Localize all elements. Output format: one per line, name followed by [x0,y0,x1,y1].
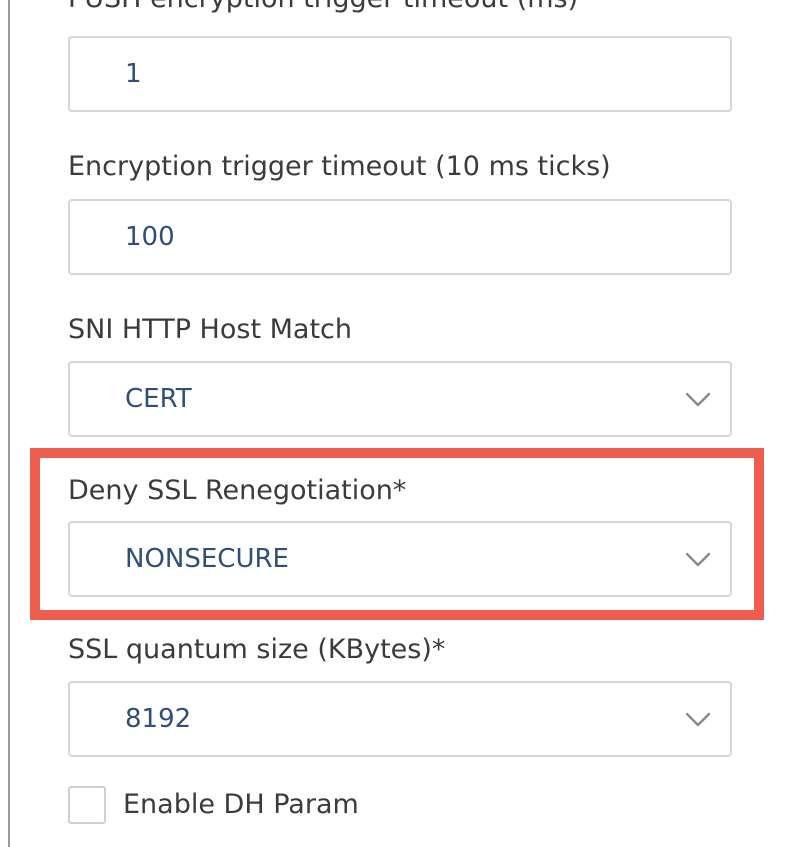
encryption-trigger-timeout-value: 100 [125,222,175,252]
ssl-quantum-size-select[interactable]: 8192 [68,681,732,757]
deny-ssl-renegotiation-label: Deny SSL Renegotiation* [68,475,407,506]
panel-left-border [8,0,10,847]
chevron-down-icon[interactable] [684,385,712,413]
sni-http-host-match-value: CERT [125,384,192,414]
chevron-down-icon[interactable] [684,705,712,733]
ssl-quantum-size-value: 8192 [125,704,192,734]
enable-dh-param-checkbox[interactable] [68,786,106,824]
deny-ssl-renegotiation-value: NONSECURE [125,544,289,574]
deny-ssl-renegotiation-select[interactable]: NONSECURE [68,521,732,597]
push-timeout-input[interactable]: 1 [68,36,732,112]
ssl-quantum-size-label: SSL quantum size (KBytes)* [68,634,446,665]
push-timeout-label: PUSH encryption trigger timeout (ms) [68,0,578,16]
chevron-down-icon[interactable] [684,545,712,573]
push-timeout-value: 1 [125,59,142,89]
encryption-trigger-timeout-input[interactable]: 100 [68,199,732,275]
sni-http-host-match-label: SNI HTTP Host Match [68,314,353,345]
sni-http-host-match-select[interactable]: CERT [68,361,732,437]
encryption-trigger-timeout-label: Encryption trigger timeout (10 ms ticks) [68,151,611,182]
enable-dh-param-label: Enable DH Param [123,789,359,820]
settings-panel: PUSH encryption trigger timeout (ms) 1 E… [0,0,787,847]
